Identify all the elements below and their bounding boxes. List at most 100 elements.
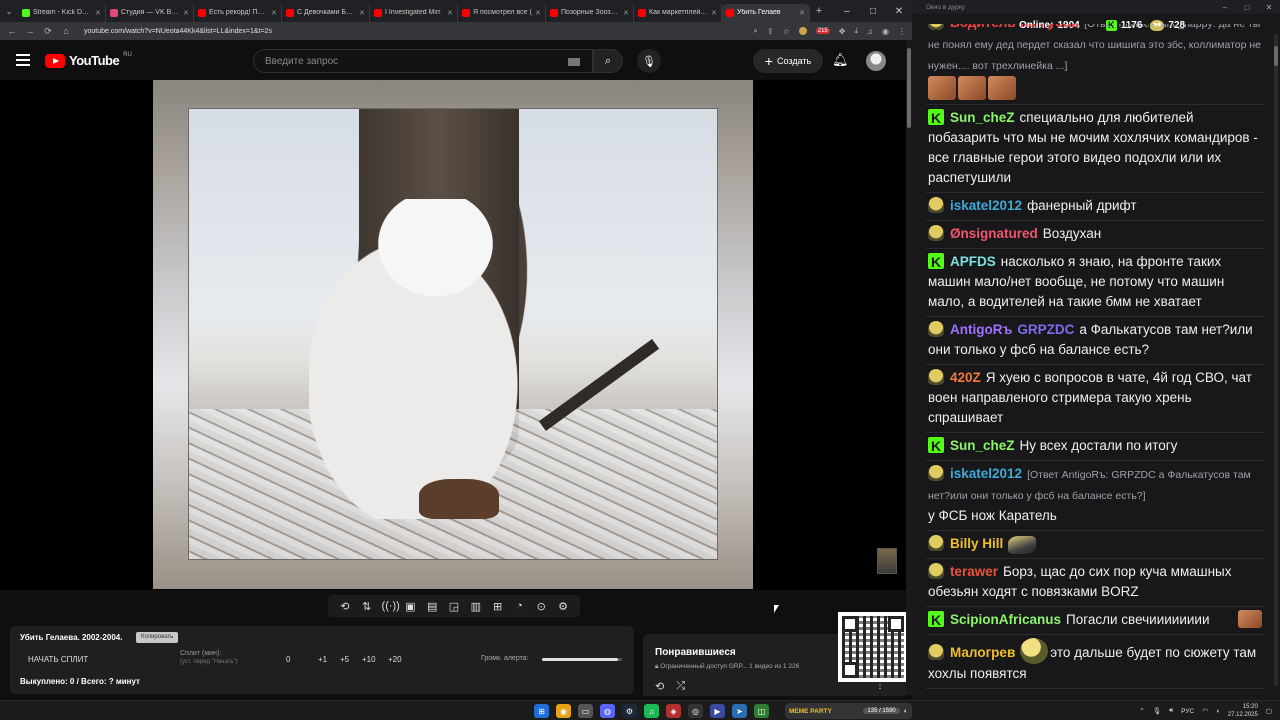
scrollbar-thumb[interactable] (907, 48, 911, 128)
video-player[interactable] (0, 80, 906, 590)
maximize-icon[interactable]: □ (1236, 3, 1258, 12)
chat-message[interactable]: Sun_cheZ Ну всех достали по итогу (926, 433, 1264, 461)
search-button[interactable]: ⌕ (593, 49, 623, 73)
watch-icon[interactable]: ▣ (403, 600, 417, 613)
voice-search-button[interactable]: 🎙︎ (637, 49, 661, 73)
chat-username[interactable]: Billy Hill (950, 536, 1003, 551)
install-icon[interactable]: ⇪ (767, 27, 774, 36)
youtube-logo[interactable]: YouTube RU (45, 52, 132, 68)
volume-icon[interactable]: ◖ (1216, 708, 1220, 715)
chat-username[interactable]: ScipionAfricanus (950, 612, 1061, 627)
extension-icon[interactable] (798, 27, 807, 35)
browser-tab[interactable]: Убить Гелаев ✕ (722, 3, 810, 22)
chat-username[interactable]: Малогрев (950, 645, 1015, 660)
notification-icon[interactable]: ▢ (1266, 707, 1272, 715)
screenshot-icon[interactable]: ⊙ (534, 600, 548, 613)
tab-close-icon[interactable]: ✕ (95, 9, 101, 17)
reload-icon[interactable]: ⟳ (42, 26, 54, 37)
wifi-icon[interactable]: ◠ (1202, 707, 1208, 715)
mini-thumbnail[interactable] (877, 548, 897, 574)
cinema-icon[interactable]: ▤ (425, 600, 439, 613)
chat-username[interactable]: Водитель-на-Губаи (950, 24, 1079, 30)
loop-icon[interactable]: ⟲ (338, 600, 352, 613)
puzzle-icon[interactable]: ✥ (839, 27, 846, 36)
telegram-icon[interactable]: ➤ (732, 704, 747, 718)
video-frame[interactable] (153, 80, 753, 589)
chat-username[interactable]: terawer (950, 564, 998, 579)
chrome-icon[interactable]: ◉ (556, 704, 571, 718)
obs-icon[interactable]: ◎ (688, 704, 703, 718)
chat-message[interactable]: Ønsignatured Воздухан (926, 221, 1264, 249)
chat-username[interactable]: APFDS (950, 254, 996, 269)
sort-icon[interactable]: ⇅ (360, 600, 374, 613)
browser-tab[interactable]: Студия — VK Видео✕ (106, 3, 194, 22)
back-icon[interactable]: ← (6, 26, 18, 36)
increment-1-button[interactable]: +1 (318, 655, 327, 664)
spotify-icon[interactable]: ♫ (644, 704, 659, 718)
tab-close-icon[interactable]: ✕ (623, 9, 629, 17)
minimize-icon[interactable]: – (1214, 3, 1236, 12)
maximize-icon[interactable]: □ (860, 6, 886, 17)
avatar[interactable] (866, 51, 886, 71)
chat-message[interactable]: Billy Hill (926, 531, 1264, 559)
tab-close-icon[interactable]: ✕ (183, 9, 189, 17)
chat-username[interactable]: iskatel2012 (950, 466, 1022, 481)
notifications-bell-icon[interactable]: 🔔︎ (832, 52, 849, 68)
start-split-button[interactable]: НАЧАТЬ СПЛИТ (28, 655, 88, 664)
discord-icon[interactable]: ◍ (600, 704, 615, 718)
browser-tab[interactable]: Я посмотрел все (✕ (458, 3, 546, 22)
forward-icon[interactable]: → (24, 26, 36, 36)
chat-scrollbar[interactable] (1274, 34, 1278, 686)
profile-icon[interactable]: ◉ (882, 27, 889, 36)
tray-chevron-icon[interactable]: ⌃ (1139, 707, 1144, 715)
create-button[interactable]: + Создать (753, 49, 823, 73)
shuffle-icon[interactable]: ⤮ (676, 680, 685, 693)
download-icon[interactable]: ⤓ (854, 26, 858, 36)
browser-tab[interactable]: Stream - Kick Dashb ✕ (18, 3, 106, 22)
chat-username[interactable]: AntigoRъ (950, 322, 1012, 337)
language-indicator[interactable]: РУС (1181, 708, 1194, 715)
browser-tab[interactable]: Позорные Зоозащ ✕ (546, 3, 634, 22)
extension-badge[interactable]: 215 (815, 28, 830, 34)
copy-button[interactable]: Копировать (136, 632, 179, 643)
browser-tab[interactable]: С Девочками Болт ✕ (282, 3, 370, 22)
chat-message[interactable]: APFDSнасколько я знаю, на фронте таких м… (926, 249, 1264, 317)
chat-message[interactable]: Малогрев это дальше будет по сюжету там х… (926, 635, 1264, 689)
chat-username[interactable]: Sun_cheZ (950, 110, 1015, 125)
chat-scrollbar-thumb[interactable] (1274, 46, 1278, 66)
keyboard-icon[interactable] (568, 58, 580, 66)
chat-username[interactable]: Ønsignatured (950, 226, 1038, 241)
tab-close-icon[interactable]: ✕ (359, 9, 365, 17)
close-icon[interactable]: ✕ (1258, 3, 1280, 12)
media-icon[interactable]: ♫ (867, 27, 873, 36)
chat-message-list[interactable]: Водитель-на-Губаи[Ответ malines_and_happ… (912, 24, 1270, 694)
clock[interactable]: 15:20 27.12.2025 (1228, 703, 1258, 719)
picture-in-picture-icon[interactable]: ◲ (447, 600, 461, 613)
speaker-icon[interactable]: 🔊︎ (1169, 707, 1173, 715)
add-frame-icon[interactable]: ⊞ (491, 600, 505, 613)
increment-20-button[interactable]: +20 (388, 655, 402, 664)
tab-close-icon[interactable]: ✕ (447, 9, 453, 17)
split-value-input[interactable]: 0 (286, 655, 290, 664)
steam-icon[interactable]: ⚙ (622, 704, 637, 718)
chat-message[interactable]: 420Z Я хуею с вопросов в чате, 4й год СВО… (926, 365, 1264, 433)
tab-close-icon[interactable]: ✕ (711, 9, 717, 17)
captions-icon[interactable]: ▥ (469, 600, 483, 613)
browser-tab[interactable]: Есть рекорд! Перел ✕ (194, 3, 282, 22)
playlist-title[interactable]: Понравившиеся (655, 647, 736, 658)
menu-hamburger-icon[interactable] (16, 54, 30, 66)
chat-message[interactable]: ScipionAfricanus Погасли свечииииииии (926, 607, 1264, 635)
tab-close-icon[interactable]: ✕ (799, 9, 805, 17)
audio-icon[interactable]: ((·)) (382, 600, 400, 612)
app-icon[interactable]: ◈ (666, 704, 681, 718)
zoom-icon[interactable]: ⌕ (753, 26, 757, 36)
url-field[interactable]: youtube.com/watch?v=NUeota44Kk4&list=LL&… (78, 24, 668, 38)
speed-icon[interactable]: ◔ (512, 600, 526, 612)
meme-party-widget[interactable]: MEME PARTY 135 / 1590 ◐ (785, 703, 912, 719)
chat-message[interactable]: terawer Борз, щас до сих пор куча ммашных… (926, 559, 1264, 607)
media-player-icon[interactable]: ▶ (710, 704, 725, 718)
chat-username[interactable]: iskatel2012 (950, 198, 1022, 213)
chat-message[interactable]: Водитель-на-Губаи[Ответ malines_and_happ… (926, 24, 1264, 105)
chat-username-secondary[interactable]: GRPZDC (1017, 322, 1074, 337)
tab-list-chevron-icon[interactable]: ⌄ (0, 0, 18, 22)
